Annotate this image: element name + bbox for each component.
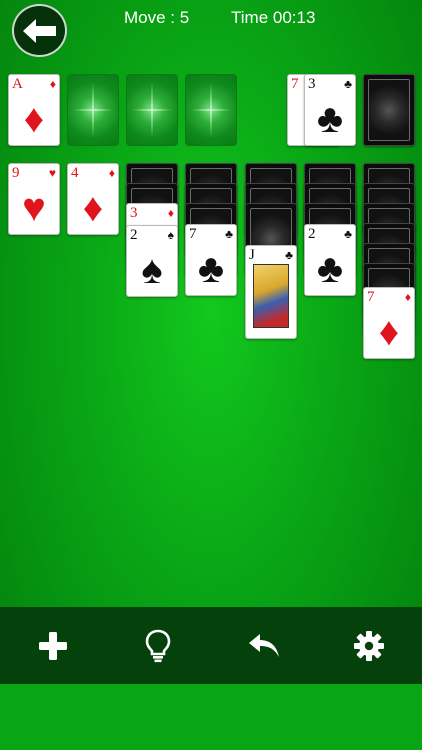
club-icon: ♣ [316, 97, 344, 141]
card-rank: 2 [130, 227, 138, 243]
stock-pile[interactable] [363, 74, 415, 146]
gear-icon [354, 630, 385, 661]
heart-icon: ♥ [48, 166, 56, 180]
hint-button[interactable] [133, 621, 183, 671]
new-game-button[interactable] [28, 621, 78, 671]
tableau-7-card[interactable]: 7 ♦ ♦ [363, 287, 415, 359]
foundation-slot-4[interactable] [185, 74, 237, 146]
card-rank: J [249, 247, 255, 263]
club-icon: ♣ [316, 247, 344, 291]
tableau-2-card[interactable]: 4 ♦ ♦ [67, 163, 119, 235]
foundation-slot-3[interactable] [126, 74, 178, 146]
jack-portrait [253, 264, 289, 328]
card-rank: A [12, 76, 23, 92]
undo-icon [248, 633, 279, 657]
back-button[interactable] [12, 4, 67, 57]
diamond-icon: ♦ [82, 186, 104, 230]
club-icon: ♣ [225, 227, 233, 241]
waste-card-top[interactable]: 3 ♣ ♣ [304, 74, 356, 146]
undo-button[interactable] [239, 621, 289, 671]
tableau-6-card[interactable]: 2 ♣ ♣ [304, 224, 356, 296]
card-rank: 7 [367, 289, 375, 305]
tableau-3-card-2[interactable]: 2 ♠ ♠ [126, 225, 178, 297]
tableau-4-card[interactable]: 7 ♣ ♣ [185, 224, 237, 296]
lightbulb-icon [145, 629, 171, 662]
card-rank: 3 [308, 76, 316, 92]
plus-icon [38, 631, 67, 660]
diamond-icon: ♦ [378, 310, 400, 354]
card-rank: 3 [130, 205, 138, 221]
card-rank: 7 [291, 76, 299, 92]
foundation-slot-2[interactable] [67, 74, 119, 146]
tableau-1-card[interactable]: 9 ♥ ♥ [8, 163, 60, 235]
time-counter: Time 00:13 [231, 8, 316, 27]
move-counter: Move : 5 [124, 8, 190, 27]
bottom-strip [0, 684, 422, 750]
diamond-icon: ♦ [108, 166, 115, 180]
spade-icon: ♠ [141, 248, 163, 292]
card-rank: 7 [189, 226, 197, 242]
card-rank: 4 [71, 165, 79, 181]
diamond-icon: ♦ [49, 77, 56, 91]
bottom-toolbar [0, 607, 422, 684]
club-icon: ♣ [285, 248, 293, 262]
card-rank: 2 [308, 226, 316, 242]
diamond-icon: ♦ [167, 206, 174, 220]
heart-icon: ♥ [22, 186, 46, 230]
foundation-card-1[interactable]: A ♦ ♦ [8, 74, 60, 146]
spade-icon: ♠ [167, 228, 174, 242]
club-icon: ♣ [344, 77, 352, 91]
back-arrow-icon [22, 18, 56, 43]
card-rank: 9 [12, 165, 20, 181]
diamond-icon: ♦ [404, 290, 411, 304]
settings-button[interactable] [344, 621, 394, 671]
diamond-icon: ♦ [23, 97, 45, 141]
club-icon: ♣ [344, 227, 352, 241]
tableau-5-jack-card[interactable]: J ♣ [245, 245, 297, 339]
club-icon: ♣ [197, 247, 225, 291]
